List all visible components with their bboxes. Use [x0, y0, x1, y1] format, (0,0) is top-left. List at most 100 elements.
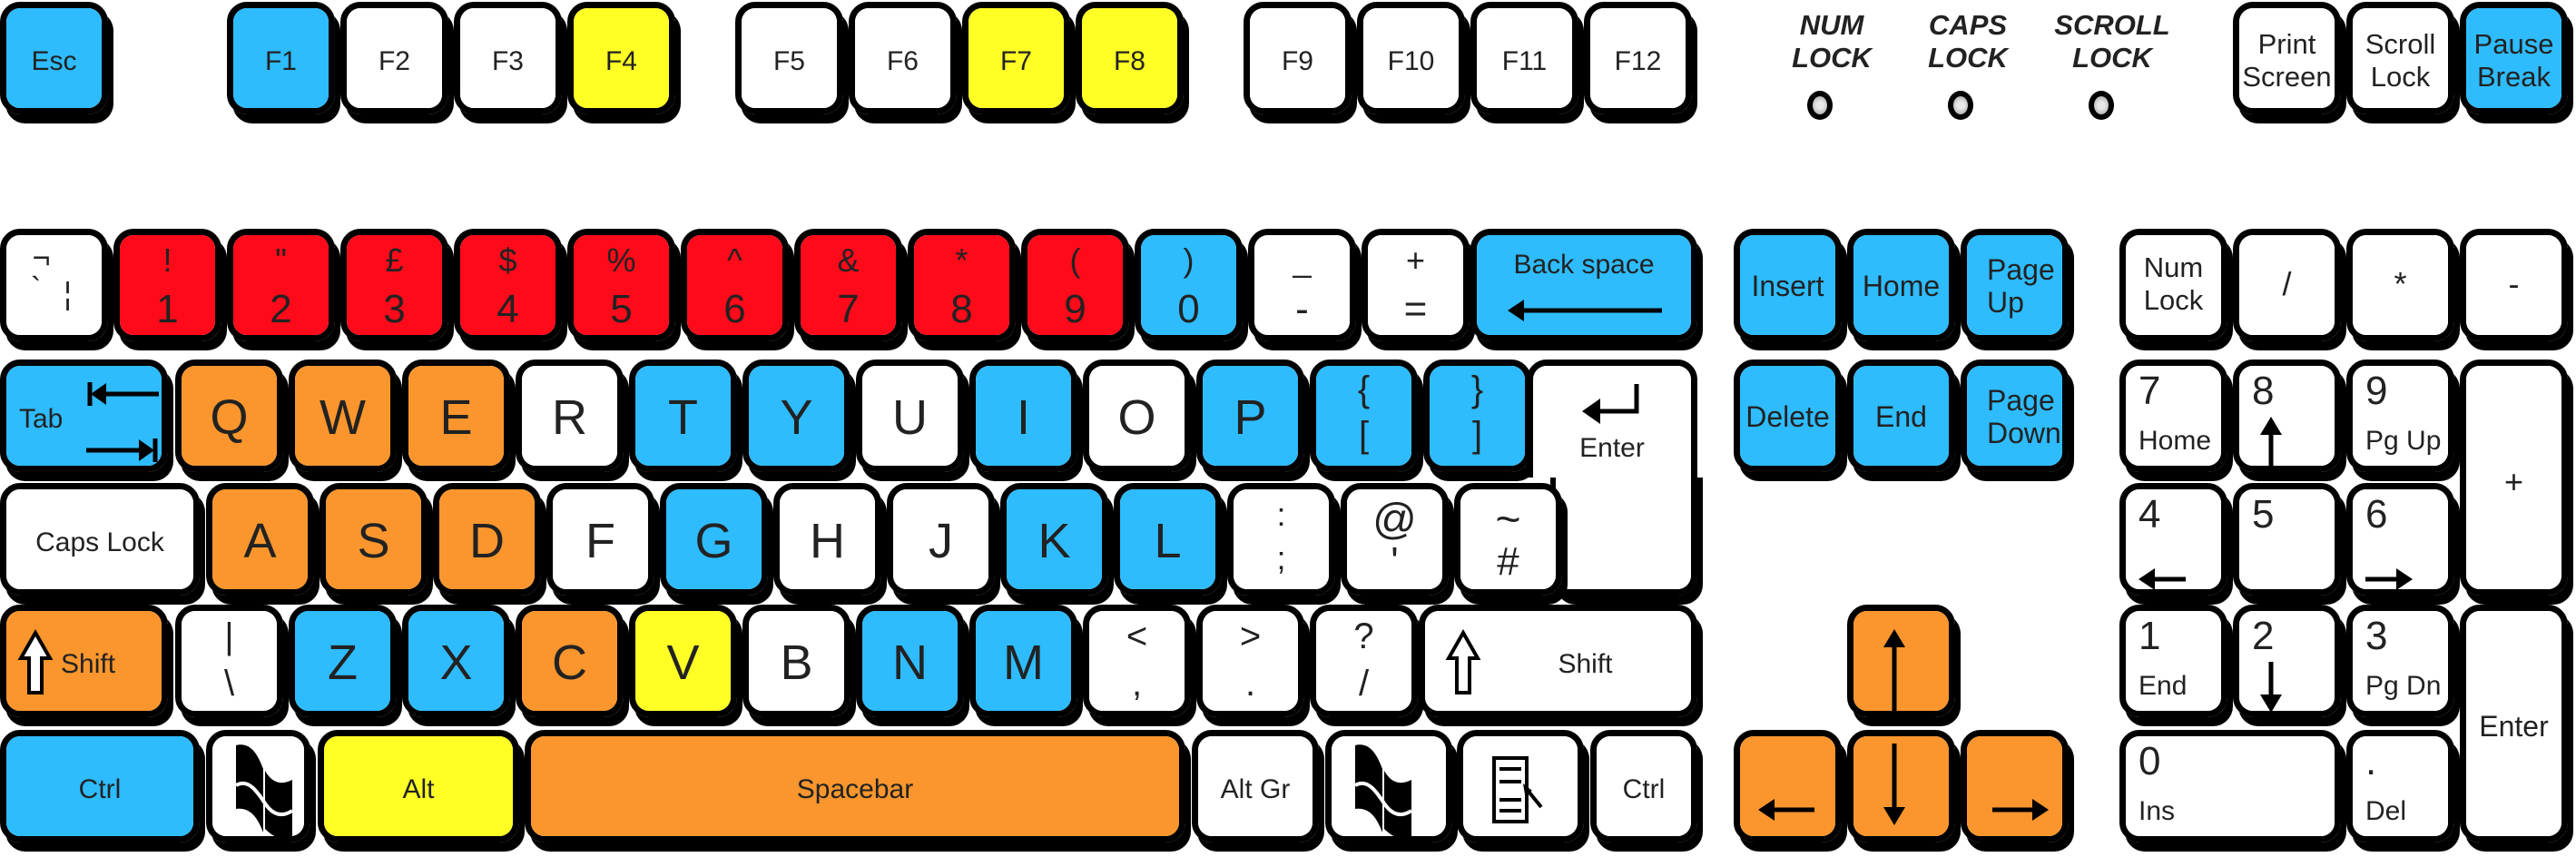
key-alt[interactable]: Alt — [318, 730, 519, 842]
key-arrow-down[interactable] — [1847, 730, 1955, 842]
key-1[interactable]: ! 1 — [113, 229, 221, 341]
key-f3[interactable]: F3 — [454, 2, 562, 114]
key-num-7[interactable]: 7 Home — [2119, 360, 2227, 472]
key-num-2[interactable]: 2 — [2233, 605, 2341, 717]
key-0[interactable]: ) 0 — [1135, 229, 1243, 341]
key-shift-left[interactable]: Shift — [0, 605, 168, 717]
key-num-3[interactable]: 3 Pg Dn — [2346, 605, 2454, 717]
key-n[interactable]: N — [856, 605, 964, 717]
key-u[interactable]: U — [856, 360, 964, 472]
key-num-divide[interactable]: / — [2233, 229, 2341, 341]
key-hash[interactable]: ~ # — [1454, 483, 1562, 596]
key-f10[interactable]: F10 — [1357, 2, 1465, 114]
key-delete[interactable]: Delete — [1734, 360, 1842, 472]
key-a[interactable]: A — [206, 483, 314, 596]
key-arrow-left[interactable] — [1734, 730, 1842, 842]
key-f9[interactable]: F9 — [1244, 2, 1352, 114]
key-print-screen[interactable]: Print Screen — [2233, 2, 2341, 114]
key-num-5[interactable]: 5 — [2233, 483, 2341, 596]
key-num-4[interactable]: 4 — [2119, 483, 2227, 596]
key-arrow-up[interactable] — [1847, 605, 1955, 717]
key-e[interactable]: E — [402, 360, 510, 472]
key-p[interactable]: P — [1196, 360, 1304, 472]
key-h[interactable]: H — [773, 483, 881, 596]
key-backslash[interactable]: | \ — [175, 605, 283, 717]
key-f7[interactable]: F7 — [962, 2, 1070, 114]
key-c[interactable]: C — [516, 605, 624, 717]
key-menu[interactable] — [1457, 730, 1584, 842]
key-period[interactable]: >. — [1196, 605, 1304, 717]
key-f5[interactable]: F5 — [735, 2, 843, 114]
key-num-plus[interactable]: + — [2460, 360, 2568, 596]
key-num-1[interactable]: 1 End — [2119, 605, 2227, 717]
key-pause-break[interactable]: Pause Break — [2460, 2, 2568, 114]
key-num-0[interactable]: 0 Ins — [2119, 730, 2341, 842]
key-f8[interactable]: F8 — [1076, 2, 1184, 114]
key-f[interactable]: F — [546, 483, 654, 596]
key-s[interactable]: S — [320, 483, 428, 596]
key-ctrl-left[interactable]: Ctrl — [0, 730, 200, 842]
key-d[interactable]: D — [433, 483, 541, 596]
key-3[interactable]: £3 — [340, 229, 448, 341]
key-g[interactable]: G — [660, 483, 768, 596]
key-comma[interactable]: <, — [1083, 605, 1191, 717]
key-caps-lock[interactable]: Caps Lock — [0, 483, 200, 596]
key-bracket-left[interactable]: {[ — [1310, 360, 1418, 472]
key-8[interactable]: * 8 — [908, 229, 1016, 341]
key-num-9[interactable]: 9 Pg Up — [2346, 360, 2454, 472]
key-t[interactable]: T — [629, 360, 737, 472]
key-semicolon[interactable]: :; — [1227, 483, 1335, 596]
key-num-6[interactable]: 6 — [2346, 483, 2454, 596]
key-i[interactable]: I — [969, 360, 1077, 472]
key-6[interactable]: ^ 6 — [681, 229, 789, 341]
key-y[interactable]: Y — [742, 360, 850, 472]
key-4[interactable]: $4 — [454, 229, 562, 341]
key-f11[interactable]: F11 — [1470, 2, 1578, 114]
key-l[interactable]: L — [1114, 483, 1222, 596]
key-backtick[interactable]: ¬ ` ¦ — [0, 229, 108, 341]
key-bracket-right[interactable]: }] — [1423, 360, 1531, 472]
key-z[interactable]: Z — [289, 605, 397, 717]
key-o[interactable]: O — [1083, 360, 1191, 472]
key-slash[interactable]: ? / — [1310, 605, 1418, 717]
key-backspace[interactable]: Back space — [1470, 229, 1697, 341]
key-minus[interactable]: _ - — [1248, 229, 1356, 341]
key-r[interactable]: R — [516, 360, 624, 472]
key-k[interactable]: K — [1000, 483, 1108, 596]
key-win-left[interactable] — [206, 730, 310, 842]
key-scroll-lock[interactable]: Scroll Lock — [2346, 2, 2454, 114]
key-num-enter[interactable]: Enter — [2460, 605, 2568, 842]
key-num-decimal[interactable]: . Del — [2346, 730, 2454, 842]
key-j[interactable]: J — [887, 483, 995, 596]
key-f1[interactable]: F1 — [227, 2, 335, 114]
key-f4[interactable]: F4 — [567, 2, 675, 114]
key-7[interactable]: & 7 — [794, 229, 902, 341]
key-f12[interactable]: F12 — [1584, 2, 1692, 114]
key-q[interactable]: Q — [175, 360, 283, 472]
key-win-right[interactable] — [1325, 730, 1452, 842]
key-shift-right[interactable]: Shift — [1419, 605, 1697, 717]
key-quote[interactable]: @ ' — [1341, 483, 1449, 596]
key-f2[interactable]: F2 — [340, 2, 448, 114]
key-esc[interactable]: Esc — [0, 2, 108, 114]
key-v[interactable]: V — [629, 605, 737, 717]
key-m[interactable]: M — [969, 605, 1077, 717]
key-2[interactable]: " 2 — [227, 229, 335, 341]
key-f6[interactable]: F6 — [849, 2, 957, 114]
key-x[interactable]: X — [402, 605, 510, 717]
key-tab[interactable]: Tab — [0, 360, 168, 472]
key-9[interactable]: (9 — [1021, 229, 1129, 341]
key-num-lock[interactable]: Num Lock — [2119, 229, 2227, 341]
key-page-up[interactable]: Page Up — [1961, 229, 2069, 341]
key-alt-gr[interactable]: Alt Gr — [1192, 730, 1319, 842]
key-equals[interactable]: + = — [1362, 229, 1470, 341]
key-b[interactable]: B — [742, 605, 850, 717]
key-page-down[interactable]: Page Down — [1961, 360, 2069, 472]
key-spacebar[interactable]: Spacebar — [525, 730, 1185, 842]
key-num-8[interactable]: 8 — [2233, 360, 2341, 472]
key-insert[interactable]: Insert — [1734, 229, 1842, 341]
key-ctrl-right[interactable]: Ctrl — [1590, 730, 1697, 842]
key-arrow-right[interactable] — [1961, 730, 2069, 842]
key-w[interactable]: W — [289, 360, 397, 472]
key-home[interactable]: Home — [1847, 229, 1955, 341]
